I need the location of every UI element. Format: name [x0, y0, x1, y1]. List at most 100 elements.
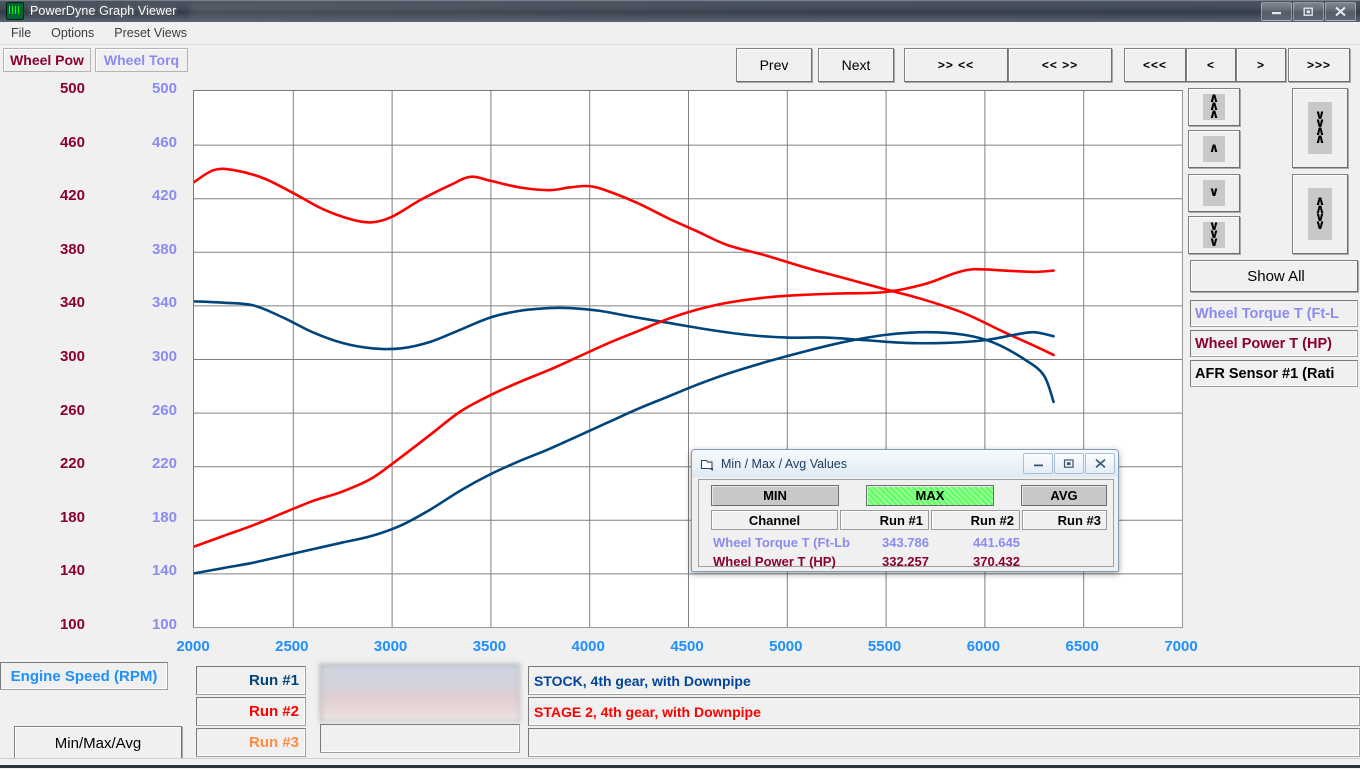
x-tick-2500: 2500: [275, 638, 308, 655]
run-3-preview-empty: [320, 724, 520, 753]
x-tick-4000: 4000: [572, 638, 605, 655]
power-axis-ticks: 500460420380340300260220180140100: [3, 90, 89, 626]
series-line-1: [194, 301, 1054, 349]
title-bar: PowerDyne Graph Viewer: [0, 0, 1360, 22]
channel-wheel-power[interactable]: Wheel Power T (HP): [1190, 330, 1358, 357]
y-tick-260: 260: [152, 402, 177, 419]
row-wheel-power-cell-1: 332.257: [840, 554, 929, 569]
scroll-down-glyph-icon: ∨: [1203, 180, 1225, 206]
y-tick-180: 180: [152, 509, 177, 526]
header-run-2[interactable]: Run #2: [931, 510, 1020, 530]
y-tick-500: 500: [152, 80, 177, 97]
menu-bar: File Options Preset Views: [0, 22, 1360, 45]
header-run-1[interactable]: Run #1: [840, 510, 929, 530]
step-right-button[interactable]: >: [1236, 48, 1286, 82]
channel-wheel-torque[interactable]: Wheel Torque T (Ft-L: [1190, 300, 1358, 327]
x-tick-6500: 6500: [1066, 638, 1099, 655]
app-window: PowerDyne Graph Viewer File Options Pres…: [0, 0, 1360, 768]
run-3-button[interactable]: Run #3: [196, 728, 306, 757]
y-tick-300: 300: [152, 348, 177, 365]
expand-vertical-glyph-icon: ∨∨∧∧: [1308, 102, 1332, 154]
prev-button[interactable]: Prev: [736, 48, 812, 82]
y-tick-300: 300: [60, 348, 85, 365]
min-button[interactable]: MIN: [711, 485, 839, 506]
page-right-button[interactable]: >>>: [1288, 48, 1350, 82]
zoom-out-button[interactable]: << >>: [1008, 48, 1112, 82]
scroll-down-button[interactable]: ∨: [1188, 174, 1240, 212]
series-line-0: [194, 169, 1054, 355]
dialog-window-controls: [1022, 453, 1115, 474]
channel-panel: Show All ∧∧∧∧∨∨∨∨∨∨∧∧∧∧∨∨Wheel Torque T …: [1188, 88, 1360, 408]
torque-axis-ticks: 500460420380340300260220180140100: [95, 90, 181, 626]
scroll-bottom-glyph-icon: ∨∨∨: [1203, 222, 1225, 248]
shrink-vertical-button[interactable]: ∧∧∨∨: [1292, 174, 1348, 254]
row-wheel-power-cell-0: Wheel Power T (HP): [713, 554, 843, 569]
x-tick-4500: 4500: [670, 638, 703, 655]
y-tick-340: 340: [60, 294, 85, 311]
x-tick-3000: 3000: [374, 638, 407, 655]
page-left-button[interactable]: <<<: [1124, 48, 1186, 82]
scroll-top-glyph-icon: ∧∧∧: [1203, 94, 1225, 120]
run-1-button[interactable]: Run #1: [196, 666, 306, 695]
window-title: PowerDyne Graph Viewer: [30, 4, 176, 18]
avg-button[interactable]: AVG: [1021, 485, 1107, 506]
dialog-restore-button[interactable]: [1054, 453, 1084, 474]
y-tick-340: 340: [152, 294, 177, 311]
header-run-3[interactable]: Run #3: [1022, 510, 1107, 530]
next-button[interactable]: Next: [818, 48, 894, 82]
y-tick-420: 420: [152, 187, 177, 204]
y-tick-380: 380: [60, 241, 85, 258]
zoom-in-button[interactable]: >> <<: [904, 48, 1008, 82]
engine-speed-label: Engine Speed (RPM): [0, 662, 168, 690]
y-tick-380: 380: [152, 241, 177, 258]
x-tick-5000: 5000: [769, 638, 802, 655]
min-max-avg-button[interactable]: Min/Max/Avg: [14, 726, 182, 760]
menu-file[interactable]: File: [2, 24, 40, 42]
channel-afr-sensor[interactable]: AFR Sensor #1 (Rati: [1190, 360, 1358, 387]
scroll-up-glyph-icon: ∧: [1203, 136, 1225, 162]
copy-icon: [700, 457, 714, 471]
step-left-button[interactable]: <: [1186, 48, 1236, 82]
x-tick-2000: 2000: [176, 638, 209, 655]
shrink-vertical-glyph-icon: ∧∧∨∨: [1308, 188, 1332, 240]
expand-vertical-button[interactable]: ∨∨∧∧: [1292, 88, 1348, 168]
run-preview-thumbnail: [320, 664, 520, 722]
scroll-top-button[interactable]: ∧∧∧: [1188, 88, 1240, 126]
x-tick-6000: 6000: [967, 638, 1000, 655]
x-tick-7000: 7000: [1164, 638, 1197, 655]
dialog-body: MIN MAX AVG ChannelRun #1Run #2Run #3 Wheel …: [698, 479, 1114, 567]
row-wheel-power-cell-2: 370.432: [931, 554, 1020, 569]
restore-button[interactable]: [1293, 2, 1324, 21]
y-tick-220: 220: [152, 455, 177, 472]
run-2-button[interactable]: Run #2: [196, 697, 306, 726]
y-tick-100: 100: [152, 616, 177, 633]
y-tick-180: 180: [60, 509, 85, 526]
header-channel[interactable]: Channel: [711, 510, 838, 530]
minimize-button[interactable]: [1261, 2, 1292, 21]
menu-options[interactable]: Options: [42, 24, 103, 42]
y-tick-100: 100: [60, 616, 85, 633]
dialog-title: Min / Max / Avg Values: [721, 457, 847, 471]
window-controls: [1260, 2, 1356, 21]
scroll-bottom-button[interactable]: ∨∨∨: [1188, 216, 1240, 254]
min-max-avg-dialog[interactable]: Min / Max / Avg Values MIN MAX: [691, 449, 1119, 572]
y-tick-260: 260: [60, 402, 85, 419]
y-tick-500: 500: [60, 80, 85, 97]
dialog-minimize-button[interactable]: [1023, 453, 1053, 474]
run-2-description[interactable]: STAGE 2, 4th gear, with Downpipe: [528, 697, 1360, 726]
y-tick-460: 460: [152, 134, 177, 151]
row-wheel-torque-cell-0: Wheel Torque T (Ft-Lb: [713, 535, 843, 550]
show-all-button[interactable]: Show All: [1190, 260, 1358, 292]
x-tick-3500: 3500: [473, 638, 506, 655]
max-button[interactable]: MAX: [866, 485, 994, 506]
scroll-up-button[interactable]: ∧: [1188, 130, 1240, 168]
chart-nav-toolbar: PrevNext>> <<<< >><<<<>>>>: [0, 48, 1360, 82]
y-tick-140: 140: [60, 562, 85, 579]
run-1-description[interactable]: STOCK, 4th gear, with Downpipe: [528, 666, 1360, 695]
x-tick-5500: 5500: [868, 638, 901, 655]
run-3-description[interactable]: [528, 728, 1360, 757]
dialog-close-button[interactable]: [1085, 453, 1115, 474]
menu-preset-views[interactable]: Preset Views: [105, 24, 196, 42]
close-button[interactable]: [1325, 2, 1356, 21]
title-bar-glow: [190, 4, 1260, 18]
